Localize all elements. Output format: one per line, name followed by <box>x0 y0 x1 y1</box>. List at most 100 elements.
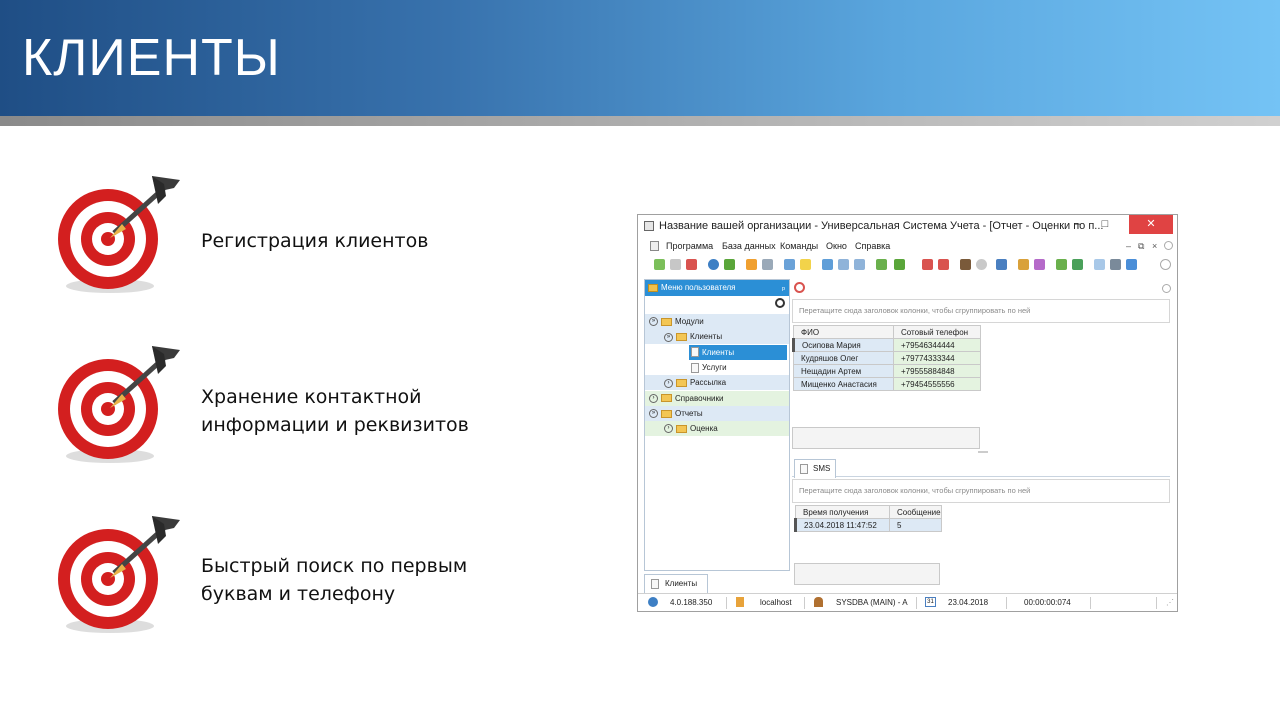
tree-item[interactable]: » Отчеты <box>645 405 789 421</box>
table-row[interactable]: Осипова Мария +79546344444 <box>792 338 981 352</box>
tree-search-row[interactable] <box>645 296 789 312</box>
expand-toggle-icon[interactable]: » <box>664 332 673 342</box>
print-icon[interactable] <box>1110 259 1121 270</box>
target-dart-icon <box>52 166 187 301</box>
table-cell[interactable]: Мищенко Анастасия <box>793 377 894 391</box>
table-cell[interactable]: +79546344444 <box>893 338 981 352</box>
plugin-icon[interactable] <box>1034 259 1045 270</box>
expand-toggle-icon[interactable]: › <box>649 393 658 403</box>
folder-icon <box>676 424 687 433</box>
menu-window[interactable]: Окно <box>826 241 847 251</box>
status-server: localhost <box>760 598 792 607</box>
mdi-minimize-button[interactable]: – <box>1126 241 1131 251</box>
copy-icon[interactable] <box>670 259 681 270</box>
database-icon <box>736 597 744 607</box>
status-bar: 4.0.188.350 localhost SYSDBA (MAIN) - A … <box>638 593 1177 611</box>
folder-icon <box>648 284 658 292</box>
table-row[interactable]: 23.04.2018 11:47:52 5 <box>794 518 942 532</box>
calendar-icon: 31 <box>925 597 936 607</box>
bullet-3-line-1: Быстрый поиск по первым <box>201 555 468 577</box>
search-icon[interactable] <box>708 259 719 270</box>
book-icon[interactable] <box>960 259 971 270</box>
table-cell[interactable]: 5 <box>889 518 942 532</box>
table-cell[interactable]: +79454555556 <box>893 377 981 391</box>
tree-item[interactable]: › Оценка <box>645 421 789 437</box>
search-icon[interactable] <box>775 298 785 308</box>
chart-icon[interactable] <box>1056 259 1067 270</box>
folder-icon <box>661 394 672 403</box>
column-header-message[interactable]: Сообщение <box>889 505 942 519</box>
window-close-icon[interactable] <box>938 259 949 270</box>
mdi-close-button[interactable]: × <box>1152 241 1157 251</box>
export-icon[interactable] <box>876 259 887 270</box>
redo-icon[interactable] <box>1126 259 1137 270</box>
expand-toggle-icon[interactable]: » <box>649 409 658 419</box>
mdi-help-icon[interactable] <box>1164 241 1173 250</box>
menu-commands[interactable]: Команды <box>780 241 818 251</box>
tab-sms[interactable]: SMS <box>794 459 836 478</box>
resize-grip-icon[interactable]: ⋰ <box>1166 598 1174 607</box>
close-button[interactable]: ✕ <box>1129 215 1173 234</box>
status-separator <box>726 597 727 609</box>
window-titlebar[interactable]: Название вашей организации - Универсальн… <box>638 215 1177 237</box>
group-by-area-sms[interactable]: Перетащите сюда заголовок колонки, чтобы… <box>792 479 1170 503</box>
clock-icon[interactable] <box>976 259 987 270</box>
table-cell[interactable]: Осипова Мария <box>792 338 894 352</box>
filter-clear-icon[interactable] <box>762 259 773 270</box>
expand-toggle-icon[interactable]: › <box>664 424 673 434</box>
user-menu-header: Меню пользователя ᵖ <box>645 280 789 296</box>
window-new-icon[interactable] <box>922 259 933 270</box>
stop-icon[interactable] <box>794 282 805 293</box>
toolbar-close-icon[interactable] <box>1160 259 1171 270</box>
tree-item[interactable]: » Клиенты <box>645 329 789 345</box>
up-icon[interactable] <box>854 259 865 270</box>
tools-icon[interactable] <box>1018 259 1029 270</box>
tree-item[interactable]: › Рассылка <box>645 375 789 391</box>
expand-icon[interactable] <box>822 259 833 270</box>
note-icon[interactable] <box>800 259 811 270</box>
maximize-button[interactable]: □ <box>1091 215 1119 234</box>
folder-icon <box>676 379 687 388</box>
group-by-area[interactable]: Перетащите сюда заголовок колонки, чтобы… <box>792 299 1170 323</box>
table-cell[interactable]: +79774333344 <box>893 351 981 365</box>
table-row[interactable]: Кудряшов Олег +79774333344 <box>793 351 981 365</box>
form-icon[interactable] <box>1094 259 1105 270</box>
excel-icon[interactable] <box>894 259 905 270</box>
panel-close-icon[interactable] <box>1162 284 1171 293</box>
tab-clients[interactable]: Клиенты <box>644 574 708 593</box>
table-cell[interactable]: 23.04.2018 11:47:52 <box>794 518 890 532</box>
minimize-button[interactable]: – <box>1063 215 1091 234</box>
column-header-phone[interactable]: Сотовый телефон <box>893 325 981 339</box>
folder-icon <box>676 333 687 342</box>
menu-database[interactable]: База данных <box>722 241 776 251</box>
tree-item[interactable]: Услуги <box>645 359 789 375</box>
column-header-fio[interactable]: ФИО <box>793 325 894 339</box>
column-header-received-time[interactable]: Время получения <box>795 505 890 519</box>
delete-icon[interactable] <box>686 259 697 270</box>
calendar-icon[interactable] <box>996 259 1007 270</box>
bullet-3-text: Быстрый поиск по первым буквам и телефон… <box>201 552 467 608</box>
table-cell[interactable]: +79555884848 <box>893 364 981 378</box>
tree-item[interactable]: » Модули <box>645 314 789 329</box>
table-row[interactable]: Нещадин Артем +79555884848 <box>793 364 981 378</box>
tree-item[interactable]: › Справочники <box>645 390 789 406</box>
down-icon[interactable] <box>838 259 849 270</box>
refresh-icon[interactable] <box>724 259 735 270</box>
table-row[interactable]: Мищенко Анастасия +79454555556 <box>793 377 981 391</box>
menu-program[interactable]: Программа <box>666 241 713 251</box>
table-cell[interactable]: Нещадин Артем <box>793 364 894 378</box>
status-user: SYSDBA (MAIN) - A <box>836 598 908 607</box>
tree-item[interactable]: Клиенты <box>689 344 787 360</box>
menu-help[interactable]: Справка <box>855 241 890 251</box>
insert-icon[interactable] <box>784 259 795 270</box>
mdi-restore-button[interactable]: ⧉ <box>1138 241 1144 252</box>
expand-toggle-icon[interactable]: » <box>649 317 658 327</box>
splitter-handle[interactable] <box>978 451 988 453</box>
filter-icon[interactable] <box>746 259 757 270</box>
status-date: 23.04.2018 <box>948 598 989 607</box>
add-icon[interactable] <box>654 259 665 270</box>
check-icon[interactable] <box>1072 259 1083 270</box>
expand-toggle-icon[interactable]: › <box>664 378 673 388</box>
bullet-1-text: Регистрация клиентов <box>201 227 428 255</box>
table-cell[interactable]: Кудряшов Олег <box>793 351 894 365</box>
